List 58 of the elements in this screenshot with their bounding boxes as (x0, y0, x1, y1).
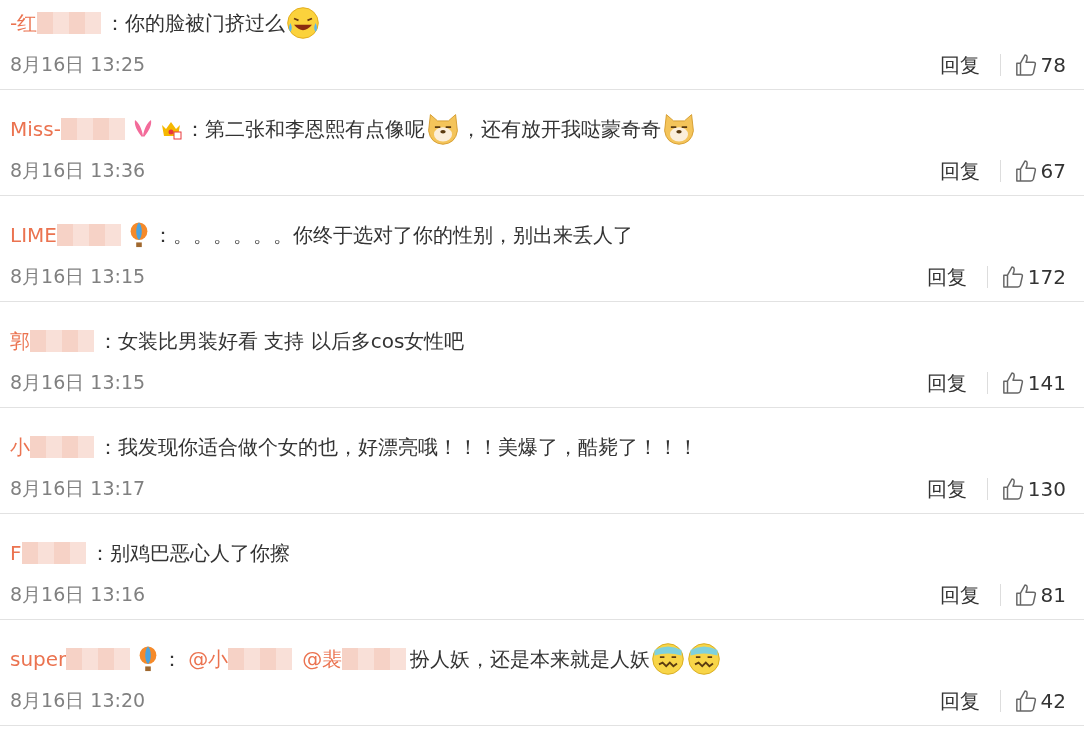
comment-text: ： (162, 645, 183, 673)
like-count: 67 (1040, 159, 1066, 183)
thumbs-up-icon[interactable] (1014, 688, 1037, 714)
redaction-mosaic (37, 12, 102, 34)
reply-link[interactable]: 回复 (926, 369, 967, 397)
thumbs-up-icon[interactable] (1001, 476, 1024, 502)
thumbs-up-icon[interactable] (1001, 264, 1024, 290)
like-count: 42 (1040, 689, 1066, 713)
like-count: 141 (1027, 371, 1066, 395)
grimacing-face-icon (686, 641, 723, 677)
comment-time: 8月16日 13:25 (10, 52, 146, 77)
reply-link[interactable]: 回复 (939, 51, 980, 79)
comment-text: ：别鸡巴恶心人了你擦 (89, 539, 290, 567)
comment-text: 扮人妖，还是本来就是人妖 (410, 645, 651, 673)
user-name[interactable]: F (10, 541, 22, 565)
mention-link[interactable]: @裴 (302, 645, 343, 673)
redaction-mosaic (60, 118, 125, 140)
like-count: 172 (1027, 265, 1066, 289)
user-name[interactable]: 小 (10, 433, 30, 461)
user-name[interactable]: LIME (10, 223, 57, 247)
redaction-mosaic (30, 330, 94, 352)
comment-time: 8月16日 13:15 (10, 264, 146, 289)
laughing-face-icon (285, 5, 322, 41)
redaction-mosaic (30, 436, 94, 458)
grimacing-face-icon (650, 641, 687, 677)
comment-time: 8月16日 13:15 (10, 370, 146, 395)
redaction-mosaic (342, 648, 407, 670)
redaction-mosaic (66, 648, 131, 670)
user-name[interactable]: 郭 (10, 327, 30, 355)
thumbs-up-icon[interactable] (1014, 582, 1037, 608)
comment-text: ：第二张和李恩熙有点像呢 (184, 115, 425, 143)
reply-link[interactable]: 回复 (939, 687, 980, 715)
user-name[interactable]: super (10, 647, 67, 671)
comment-time: 8月16日 13:16 (10, 582, 146, 607)
comment-text: ：你的脸被门挤过么 (105, 9, 286, 37)
mention-link[interactable]: @小 (188, 645, 229, 673)
reply-link[interactable]: 回复 (926, 475, 967, 503)
comment-time: 8月16日 13:20 (10, 688, 146, 713)
comment-time: 8月16日 13:17 (10, 476, 146, 501)
comment-text: ，还有放开我哒蒙奇奇 (460, 115, 661, 143)
comment-text: ：女装比男装好看 支持 以后多cos女性吧 (98, 327, 465, 355)
user-name[interactable]: Miss- (10, 117, 61, 141)
comment-text: ：。。。。。。你终于选对了你的性别，别出来丢人了 (152, 221, 633, 249)
comment-time: 8月16日 13:36 (10, 158, 146, 183)
thumbs-up-icon[interactable] (1001, 370, 1024, 396)
thumbs-up-icon[interactable] (1014, 158, 1037, 184)
like-count: 78 (1040, 53, 1066, 77)
redaction-mosaic (21, 542, 86, 564)
redaction-mosaic (56, 224, 121, 246)
comment-text: ：我发现你适合做个女的也，好漂亮哦！！！美爆了，酷毙了！！！ (98, 433, 698, 461)
like-count: 81 (1040, 583, 1066, 607)
thumbs-up-icon[interactable] (1014, 52, 1037, 78)
user-name[interactable]: -红 (10, 9, 38, 37)
redaction-mosaic (228, 648, 293, 670)
like-count: 130 (1027, 477, 1066, 501)
reply-link[interactable]: 回复 (939, 157, 980, 185)
reply-link[interactable]: 回复 (939, 581, 980, 609)
reply-link[interactable]: 回复 (926, 263, 967, 291)
